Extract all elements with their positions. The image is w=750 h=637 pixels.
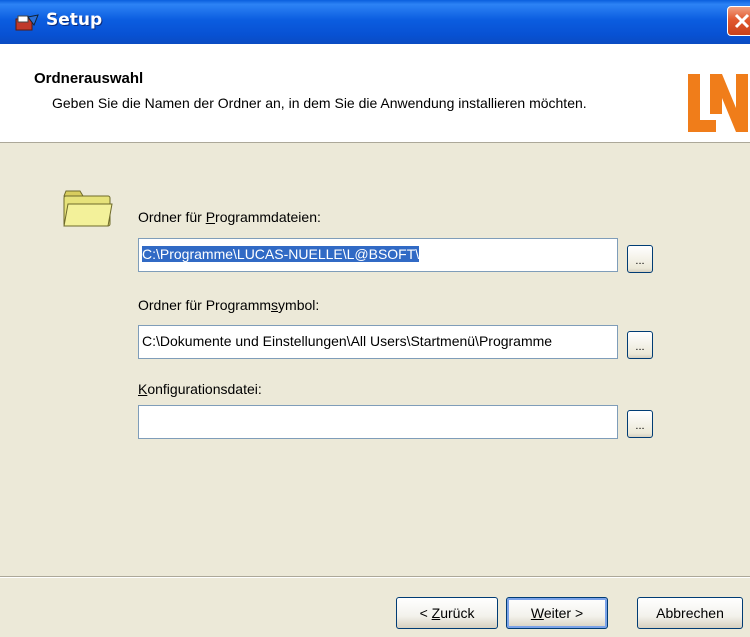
config-file-browse-button[interactable]: ...	[627, 410, 653, 438]
page-description: Geben Sie die Namen der Ordner an, in de…	[52, 95, 587, 111]
back-button[interactable]: < Zurück	[396, 597, 498, 629]
close-button[interactable]	[727, 6, 750, 36]
config-file-input[interactable]	[138, 405, 618, 439]
wizard-header: Ordnerauswahl Geben Sie die Namen der Or…	[0, 44, 750, 143]
program-files-input[interactable]: C:\Programme\LUCAS-NUELLE\L@BSOFT\	[138, 238, 618, 272]
lucas-nuelle-logo	[686, 74, 750, 138]
program-files-browse-button[interactable]: ...	[627, 245, 653, 273]
page-title: Ordnerauswahl	[34, 70, 144, 87]
title-bar[interactable]: Setup	[0, 0, 750, 44]
program-files-label: Ordner für Programmdateien:	[138, 209, 321, 225]
program-symbol-label: Ordner für Programmsymbol:	[138, 297, 320, 313]
close-icon	[734, 13, 750, 29]
setup-app-icon	[14, 13, 40, 33]
program-symbol-input[interactable]: C:\Dokumente und Einstellungen\All Users…	[138, 325, 618, 359]
cancel-button[interactable]: Abbrechen	[637, 597, 743, 629]
window-title: Setup	[46, 10, 103, 30]
folder-icon	[62, 188, 114, 234]
program-symbol-browse-button[interactable]: ...	[627, 331, 653, 359]
next-button[interactable]: Weiter >	[506, 597, 608, 629]
config-file-label: Konfigurationsdatei:	[138, 381, 262, 397]
footer-separator	[0, 576, 750, 578]
